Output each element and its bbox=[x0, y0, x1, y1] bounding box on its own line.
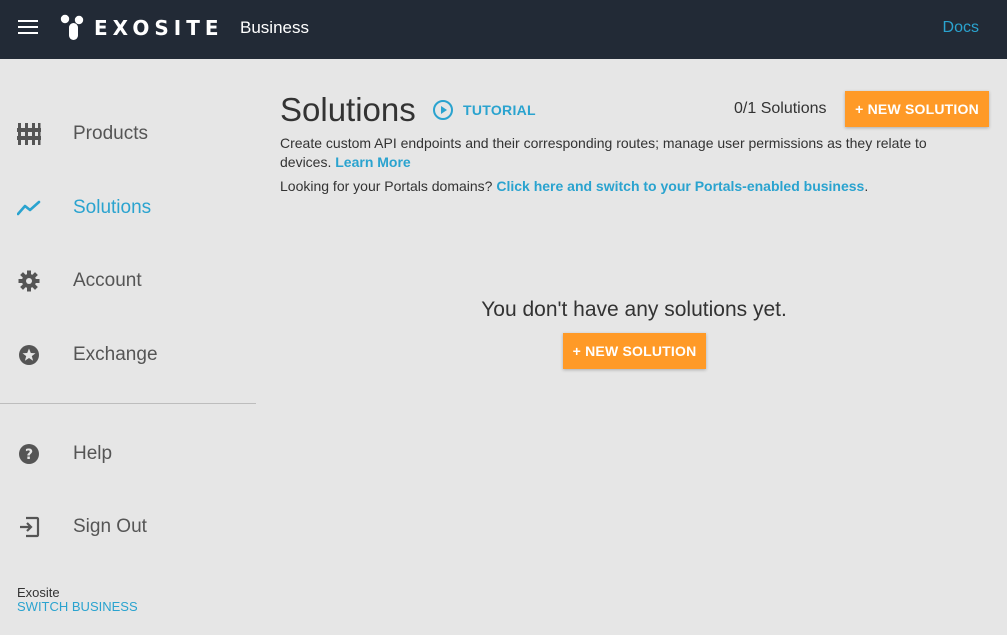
portals-link[interactable]: Click here and switch to your Portals-en… bbox=[496, 178, 864, 194]
page-description: Create custom API endpoints and their co… bbox=[280, 134, 960, 172]
switch-business-link[interactable]: SWITCH BUSINESS bbox=[17, 599, 138, 614]
solutions-count: 0/1 Solutions bbox=[734, 100, 827, 117]
star-icon bbox=[17, 343, 41, 367]
docs-link[interactable]: Docs bbox=[943, 19, 979, 37]
top-bar: EXOSITE Business Docs bbox=[0, 0, 1007, 59]
sidebar-item-products[interactable]: Products bbox=[0, 112, 256, 156]
sidebar-divider bbox=[0, 403, 256, 404]
sidebar-item-label: Solutions bbox=[73, 197, 152, 218]
sidebar-item-label: Help bbox=[73, 443, 113, 464]
sidebar-item-account[interactable]: Account bbox=[0, 259, 256, 303]
tutorial-button[interactable]: TUTORIAL bbox=[432, 99, 536, 121]
business-name: Business bbox=[240, 18, 309, 37]
sidebar: Products Solutions Account Exchange ? He… bbox=[0, 59, 256, 635]
svg-text:?: ? bbox=[25, 447, 33, 463]
sidebar-item-label: Account bbox=[73, 270, 142, 291]
logo-text: EXOSITE bbox=[94, 16, 224, 40]
tutorial-label: TUTORIAL bbox=[463, 102, 536, 118]
solutions-icon bbox=[17, 196, 41, 220]
main-content: Solutions TUTORIAL 0/1 Solutions + NEW S… bbox=[280, 59, 990, 635]
sign-out-icon bbox=[17, 515, 41, 539]
page-title: Solutions bbox=[280, 91, 416, 128]
sidebar-item-exchange[interactable]: Exchange bbox=[0, 333, 256, 377]
gear-icon bbox=[17, 269, 41, 293]
empty-new-solution-button[interactable]: + NEW SOLUTION bbox=[563, 333, 706, 369]
org-name: Exosite bbox=[17, 585, 60, 600]
sidebar-item-label: Sign Out bbox=[73, 516, 147, 537]
play-circle-icon bbox=[433, 100, 453, 120]
learn-more-link[interactable]: Learn More bbox=[335, 154, 410, 170]
menu-icon[interactable] bbox=[18, 20, 38, 36]
sidebar-item-label: Products bbox=[73, 123, 148, 144]
sidebar-item-label: Exchange bbox=[73, 344, 158, 365]
new-solution-button[interactable]: + NEW SOLUTION bbox=[845, 91, 989, 127]
portals-prefix: Looking for your Portals domains? bbox=[280, 178, 493, 194]
portals-hint: Looking for your Portals domains? Click … bbox=[280, 178, 868, 194]
portals-suffix: . bbox=[864, 178, 869, 194]
sidebar-item-solutions[interactable]: Solutions bbox=[0, 186, 256, 230]
sidebar-item-sign-out[interactable]: Sign Out bbox=[0, 505, 256, 549]
help-icon: ? bbox=[17, 442, 41, 466]
exosite-logo[interactable]: EXOSITE bbox=[60, 14, 224, 42]
products-icon bbox=[17, 122, 41, 146]
empty-state-message: You don't have any solutions yet. bbox=[481, 298, 787, 321]
sidebar-item-help[interactable]: ? Help bbox=[0, 432, 256, 476]
exosite-logo-mark-icon bbox=[60, 14, 84, 40]
